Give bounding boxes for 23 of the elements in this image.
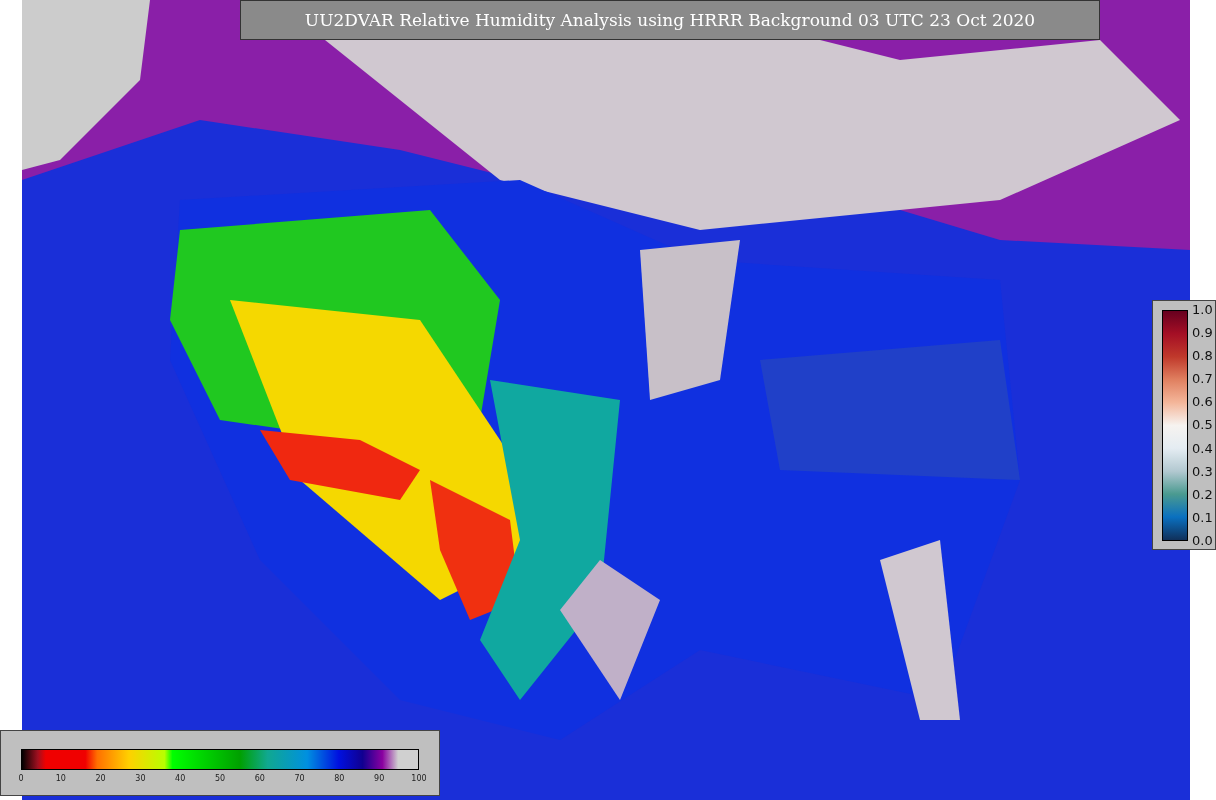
tick-label: 90	[373, 774, 386, 783]
tick-label: 0	[17, 774, 25, 783]
tick-label: 20	[94, 774, 107, 783]
tick-label: 70	[293, 774, 306, 783]
tick-label: 0.3	[1192, 463, 1213, 480]
map-title: UU2DVAR Relative Humidity Analysis using HRRR Background 03 UTC 23 Oct 2020	[240, 0, 1100, 40]
tick-label: 0.2	[1192, 486, 1213, 503]
tick-label: 50	[213, 774, 227, 783]
tick-label: 0.5	[1192, 417, 1213, 434]
tick-label: 0.8	[1192, 348, 1213, 365]
tick-label: 1.0	[1192, 302, 1213, 318]
tick-label: 80	[333, 774, 346, 783]
tick-label: 60	[253, 774, 266, 783]
tick-label: 0.4	[1192, 440, 1213, 457]
tick-label: 100	[410, 774, 427, 783]
tick-label: 0.0	[1192, 532, 1213, 549]
tick-label: 0.9	[1192, 325, 1213, 342]
tick-label: 0.7	[1192, 371, 1213, 388]
tick-label: 10	[54, 774, 67, 783]
tick-label: 30	[134, 774, 147, 783]
tick-label: 0.6	[1192, 394, 1213, 411]
tick-label: 0.1	[1192, 509, 1213, 526]
tick-label: 40	[174, 774, 187, 783]
